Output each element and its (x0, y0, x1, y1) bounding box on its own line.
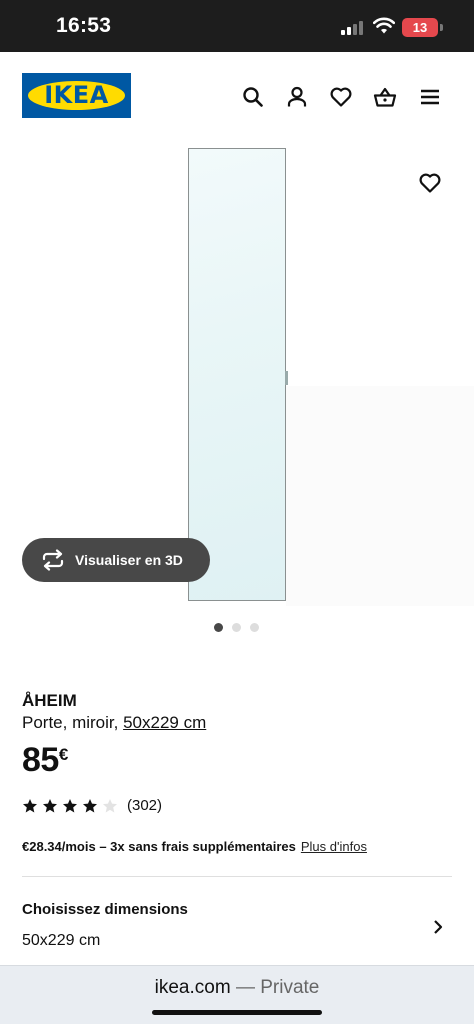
product-description: Porte, miroir, 50x229 cm (22, 713, 206, 733)
add-to-favorites-icon[interactable] (418, 171, 442, 195)
chevron-right-icon (434, 920, 443, 934)
product-image-gallery[interactable]: Visualiser en 3D (0, 142, 474, 608)
site-header: IKEA (0, 52, 474, 142)
review-count[interactable]: (302) (127, 797, 162, 814)
logo-text: IKEA (44, 81, 109, 109)
wifi-icon (373, 17, 395, 34)
view-in-3d-button[interactable]: Visualiser en 3D (22, 538, 210, 582)
browsing-mode: Private (260, 977, 320, 998)
star-filled-icon (63, 799, 77, 813)
dimensions-value: 50x229 cm (22, 932, 101, 949)
url-separator: — (235, 977, 255, 998)
battery-cap (440, 24, 443, 31)
account-icon[interactable] (285, 85, 309, 109)
product-type: Porte, miroir, (22, 713, 119, 732)
mirror-hinge (285, 371, 288, 385)
image-background-shade (286, 386, 474, 606)
star-empty-icon (103, 799, 117, 813)
status-bar: 16:53 13 (0, 0, 474, 52)
financing-info: €28.34/mois – 3x sans frais supplémentai… (22, 839, 367, 854)
price-integer: 85 (22, 741, 59, 779)
star-filled-icon (23, 799, 37, 813)
choose-dimensions-row[interactable]: Choisissez dimensions 50x229 cm (0, 877, 474, 965)
financing-more-info-link[interactable]: Plus d'infos (301, 839, 367, 854)
star-filled-icon (43, 799, 57, 813)
mirror-door-image (188, 148, 288, 601)
view-in-3d-label: Visualiser en 3D (75, 552, 183, 568)
url-domain: ikea.com (154, 977, 231, 998)
home-indicator[interactable] (152, 1010, 322, 1015)
product-name: ÅHEIM (22, 691, 77, 710)
rotate-3d-icon (42, 549, 64, 571)
status-time: 16:53 (56, 14, 112, 37)
ikea-logo[interactable]: IKEA (22, 73, 131, 118)
financing-text: €28.34/mois – 3x sans frais supplémentai… (22, 839, 296, 854)
browser-address-bar[interactable]: ikea.com — Private (0, 965, 474, 1024)
carousel-dot-active[interactable] (214, 623, 223, 632)
url-display[interactable]: ikea.com — Private (0, 977, 474, 999)
product-price: 85€ (22, 741, 68, 780)
carousel-dot[interactable] (250, 623, 259, 632)
menu-icon[interactable] (418, 85, 442, 109)
search-icon[interactable] (241, 85, 265, 109)
dimensions-title: Choisissez dimensions (22, 901, 188, 918)
star-filled-icon (83, 799, 97, 813)
basket-icon[interactable] (373, 85, 397, 109)
cellular-signal-icon (341, 20, 365, 35)
battery-indicator: 13 (402, 18, 438, 37)
price-currency: € (58, 745, 69, 764)
wishlist-icon[interactable] (329, 85, 353, 109)
product-size-link[interactable]: 50x229 cm (123, 713, 206, 732)
carousel-dot[interactable] (232, 623, 241, 632)
